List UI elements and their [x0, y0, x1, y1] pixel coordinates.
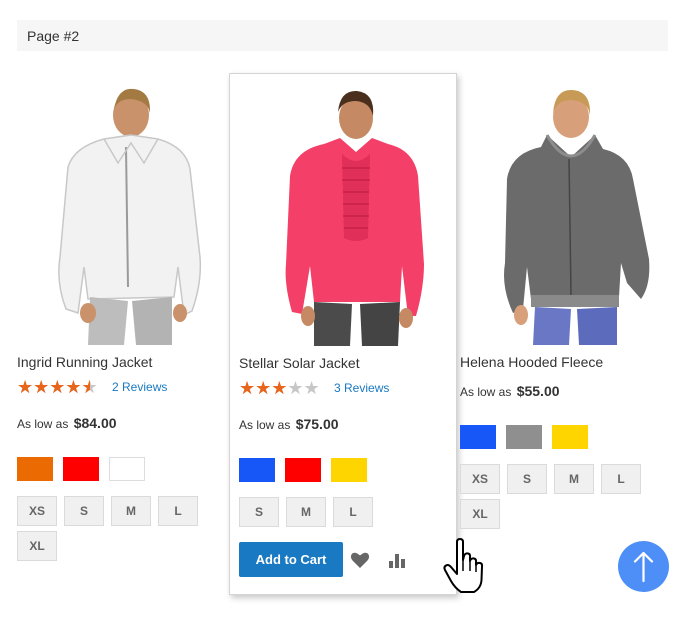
rating-stars: ★★★★★ ★★★★★ [239, 378, 320, 398]
add-to-cart-button[interactable]: Add to Cart [239, 542, 343, 577]
price-value: $55.00 [516, 383, 560, 399]
size-swatch-s[interactable]: S [64, 496, 104, 526]
size-swatch-xl[interactable]: XL [460, 499, 500, 529]
color-swatch-yellow[interactable] [552, 425, 588, 449]
product-name[interactable]: Stellar Solar Jacket [239, 355, 360, 371]
arrow-up-icon [633, 551, 654, 583]
price-label: As low as [460, 385, 512, 399]
price-label: As low as [17, 417, 69, 431]
price-value: $75.00 [295, 416, 339, 432]
product-image-helena[interactable] [451, 87, 679, 345]
size-swatch-l[interactable]: L [333, 497, 373, 527]
color-swatch-orange[interactable] [17, 457, 53, 481]
price-box: As low as $84.00 [17, 415, 117, 431]
size-swatch-m[interactable]: M [554, 464, 594, 494]
price-box: As low as $75.00 [239, 416, 339, 432]
color-swatch-blue[interactable] [460, 425, 496, 449]
price-value: $84.00 [73, 415, 117, 431]
scroll-top-button[interactable] [618, 541, 669, 592]
color-swatch-yellow[interactable] [331, 458, 367, 482]
heart-icon[interactable] [350, 551, 370, 569]
color-swatch-gray[interactable] [506, 425, 542, 449]
reviews-link[interactable]: 3 Reviews [334, 381, 389, 395]
rating-stars: ★★★★★ ★★★★★ [17, 377, 98, 397]
bar-chart-icon[interactable] [387, 551, 407, 569]
size-swatch-m[interactable]: M [111, 496, 151, 526]
color-swatch-blue[interactable] [239, 458, 275, 482]
size-swatch-m[interactable]: M [286, 497, 326, 527]
price-box: As low as $55.00 [460, 383, 560, 399]
product-name[interactable]: Ingrid Running Jacket [17, 354, 152, 370]
product-image-ingrid[interactable] [8, 87, 236, 345]
size-swatch-s[interactable]: S [507, 464, 547, 494]
reviews-link[interactable]: 2 Reviews [112, 380, 167, 394]
size-swatch-l[interactable]: L [601, 464, 641, 494]
product-image-stellar[interactable] [230, 88, 458, 346]
size-swatch-l[interactable]: L [158, 496, 198, 526]
color-swatch-red[interactable] [285, 458, 321, 482]
page-banner-label: Page #2 [27, 28, 80, 44]
product-item-stellar[interactable]: Stellar Solar Jacket ★★★★★ ★★★★★ 3 Revie… [229, 73, 457, 595]
product-item-ingrid[interactable]: Ingrid Running Jacket ★★★★★ ★★★★★ 2 Revi… [8, 73, 236, 595]
product-name[interactable]: Helena Hooded Fleece [460, 354, 603, 370]
page-banner: Page #2 [17, 20, 668, 51]
size-swatch-xs[interactable]: XS [460, 464, 500, 494]
color-swatch-white[interactable] [109, 457, 145, 481]
hand-pointer-icon [443, 538, 484, 593]
color-swatch-red[interactable] [63, 457, 99, 481]
size-swatch-s[interactable]: S [239, 497, 279, 527]
product-item-helena[interactable]: Helena Hooded Fleece As low as $55.00 XS… [451, 73, 679, 595]
size-swatch-xl[interactable]: XL [17, 531, 57, 561]
size-swatch-xs[interactable]: XS [17, 496, 57, 526]
price-label: As low as [239, 418, 291, 432]
